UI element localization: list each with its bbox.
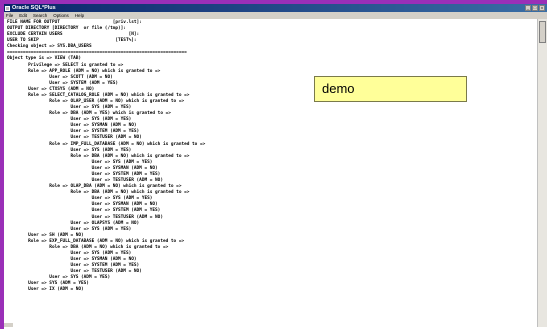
- minimize-button[interactable]: _: [525, 5, 531, 11]
- menu-file[interactable]: File: [3, 12, 16, 19]
- callout-note: demo: [314, 76, 467, 102]
- close-button[interactable]: x: [539, 5, 545, 11]
- console-line: Role => EXP_FULL_DATABASE (ADM = NO) whi…: [7, 238, 185, 244]
- console-line: Role => IMP_FULL_DATABASE (ADM = NO) whi…: [7, 141, 206, 147]
- menu-help[interactable]: Help: [72, 12, 87, 19]
- console-line: Role => DBA (ADM = NO) which is granted …: [7, 153, 190, 159]
- menu-search[interactable]: Search: [30, 12, 50, 19]
- statusbar-corner: [3, 323, 13, 327]
- console-line: User => IX (ADM = NO): [7, 287, 84, 293]
- maximize-button[interactable]: □: [532, 5, 538, 11]
- menu-edit[interactable]: Edit: [16, 12, 30, 19]
- menu-bar: File Edit Search Options Help: [3, 12, 547, 19]
- console-lines: FILE NAME FOR OUTPUT [priv.lst]: OUTPUT D…: [7, 20, 205, 294]
- menu-options[interactable]: Options: [50, 12, 72, 19]
- console-output[interactable]: FILE NAME FOR OUTPUT [priv.lst]: OUTPUT D…: [3, 19, 535, 327]
- window-title: Oracle SQL*Plus: [12, 5, 56, 11]
- sqlplus-window: Oracle SQL*Plus _ □ x File Edit Search O…: [0, 4, 547, 329]
- left-accent-band: [0, 4, 4, 329]
- vertical-scrollbar[interactable]: [537, 19, 547, 327]
- title-bar[interactable]: Oracle SQL*Plus _ □ x: [3, 4, 547, 12]
- callout-text: demo: [322, 81, 355, 96]
- window-controls: _ □ x: [525, 5, 545, 11]
- app-icon: [5, 5, 10, 11]
- scrollbar-thumb[interactable]: [539, 21, 546, 43]
